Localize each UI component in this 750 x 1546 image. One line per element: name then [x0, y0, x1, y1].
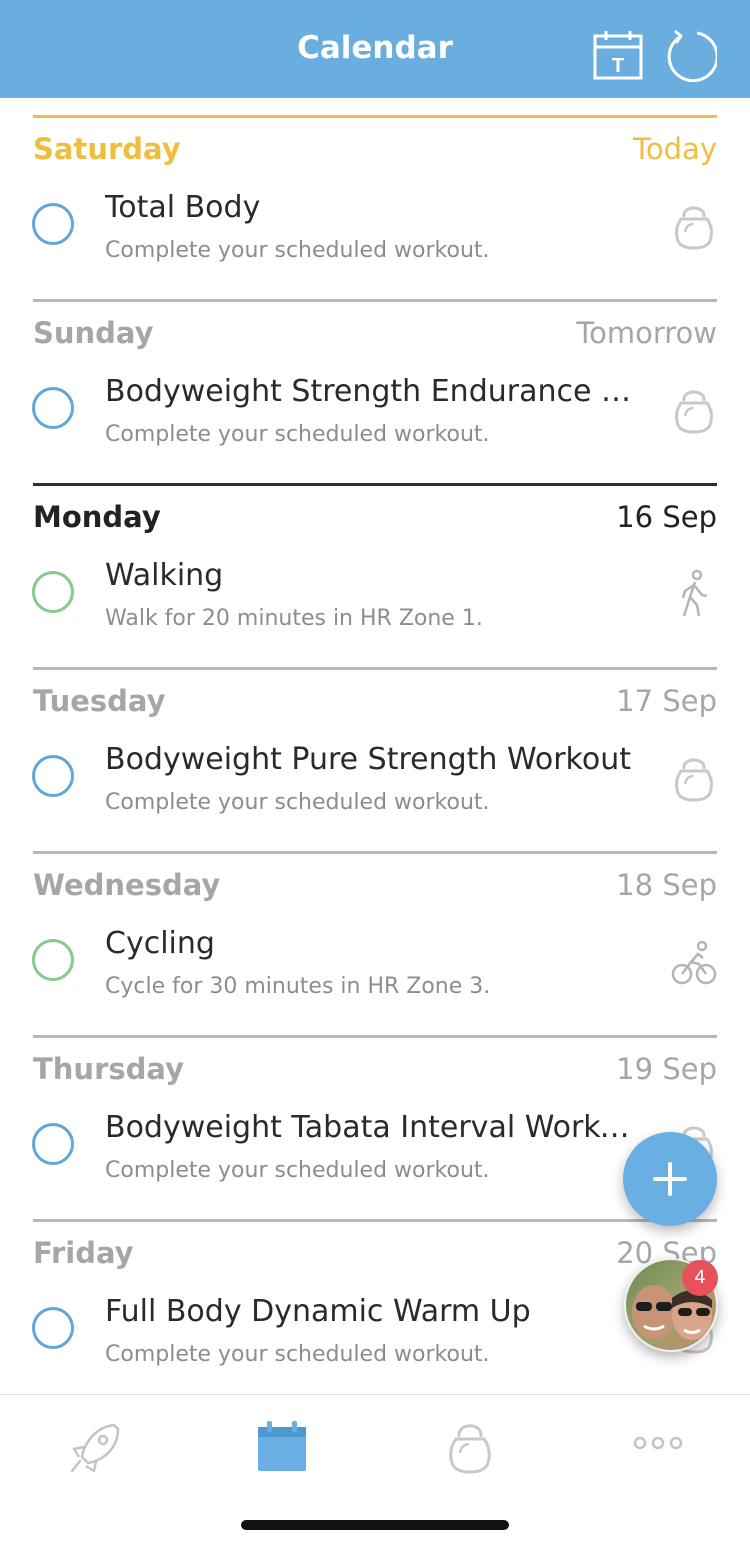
day-divider	[33, 1035, 717, 1038]
more-icon	[633, 1436, 683, 1450]
calendar-icon	[258, 1421, 306, 1471]
day-name: Friday	[33, 1236, 134, 1270]
workout-title[interactable]: Bodyweight Tabata Interval Workout	[105, 1110, 645, 1145]
day-divider	[33, 851, 717, 854]
day-section-wednesday: Wednesday 18 Sep Cycling Cycle for 30 mi…	[0, 834, 750, 1018]
day-date: 19 Sep	[616, 1052, 717, 1086]
kettlebell-icon	[675, 206, 713, 250]
tab-workouts[interactable]	[440, 1417, 500, 1477]
tab-explore[interactable]	[66, 1417, 126, 1477]
complete-checkbox[interactable]	[32, 203, 74, 245]
day-date: 16 Sep	[616, 500, 717, 534]
day-section-saturday: Saturday Today Total Body Complete your …	[0, 98, 750, 282]
day-name: Thursday	[33, 1052, 184, 1086]
workout-subtitle: Complete your scheduled workout.	[105, 1158, 490, 1183]
calendar-today-letter: T	[612, 55, 624, 77]
add-workout-button[interactable]	[623, 1132, 717, 1226]
complete-checkbox[interactable]	[32, 571, 74, 613]
kettlebell-icon	[449, 1424, 491, 1474]
workout-title[interactable]: Total Body	[105, 190, 645, 225]
day-divider	[33, 1219, 717, 1222]
workout-subtitle: Complete your scheduled workout.	[105, 1342, 490, 1367]
workout-subtitle: Cycle for 30 minutes in HR Zone 3.	[105, 974, 491, 999]
day-divider	[33, 115, 717, 118]
walking-icon	[681, 569, 708, 617]
complete-checkbox[interactable]	[32, 939, 74, 981]
workout-title[interactable]: Full Body Dynamic Warm Up	[105, 1294, 645, 1329]
complete-checkbox[interactable]	[32, 1123, 74, 1165]
refresh-icon	[667, 29, 719, 83]
cycling-icon	[671, 940, 717, 985]
workout-title[interactable]: Bodyweight Strength Endurance W...	[105, 374, 645, 409]
workout-subtitle: Complete your scheduled workout.	[105, 238, 490, 263]
workout-subtitle: Walk for 20 minutes in HR Zone 1.	[105, 606, 483, 631]
day-name: Sunday	[33, 316, 154, 350]
complete-checkbox[interactable]	[32, 1307, 74, 1349]
home-indicator	[241, 1520, 509, 1530]
kettlebell-icon	[675, 390, 713, 434]
day-name: Saturday	[33, 132, 181, 166]
workout-title[interactable]: Cycling	[105, 926, 645, 961]
kettlebell-icon	[675, 758, 713, 802]
day-divider	[33, 483, 717, 486]
today-calendar-button[interactable]: T	[591, 28, 645, 82]
day-name: Tuesday	[33, 684, 166, 718]
day-section-monday: Monday 16 Sep Walking Walk for 20 minute…	[0, 466, 750, 650]
tab-more[interactable]	[628, 1417, 688, 1477]
rocket-icon	[70, 1423, 120, 1473]
workout-title[interactable]: Walking	[105, 558, 645, 593]
tab-calendar[interactable]	[252, 1417, 312, 1477]
day-date: Today	[633, 132, 717, 166]
day-divider	[33, 299, 717, 302]
day-date: 17 Sep	[616, 684, 717, 718]
day-section-sunday: Sunday Tomorrow Bodyweight Strength Endu…	[0, 282, 750, 466]
workout-subtitle: Complete your scheduled workout.	[105, 790, 490, 815]
workout-subtitle: Complete your scheduled workout.	[105, 422, 490, 447]
workout-title[interactable]: Bodyweight Pure Strength Workout	[105, 742, 645, 777]
day-date: Tomorrow	[576, 316, 717, 350]
day-divider	[33, 667, 717, 670]
day-date: 18 Sep	[616, 868, 717, 902]
day-section-tuesday: Tuesday 17 Sep Bodyweight Pure Strength …	[0, 650, 750, 834]
refresh-button[interactable]	[663, 28, 719, 83]
day-name: Monday	[33, 500, 161, 534]
notification-badge: 4	[682, 1260, 718, 1296]
complete-checkbox[interactable]	[32, 755, 74, 797]
calendar-today-icon: T	[593, 31, 643, 80]
day-name: Wednesday	[33, 868, 221, 902]
app-header: Calendar T	[0, 0, 750, 98]
plus-icon	[653, 1162, 687, 1196]
complete-checkbox[interactable]	[32, 387, 74, 429]
